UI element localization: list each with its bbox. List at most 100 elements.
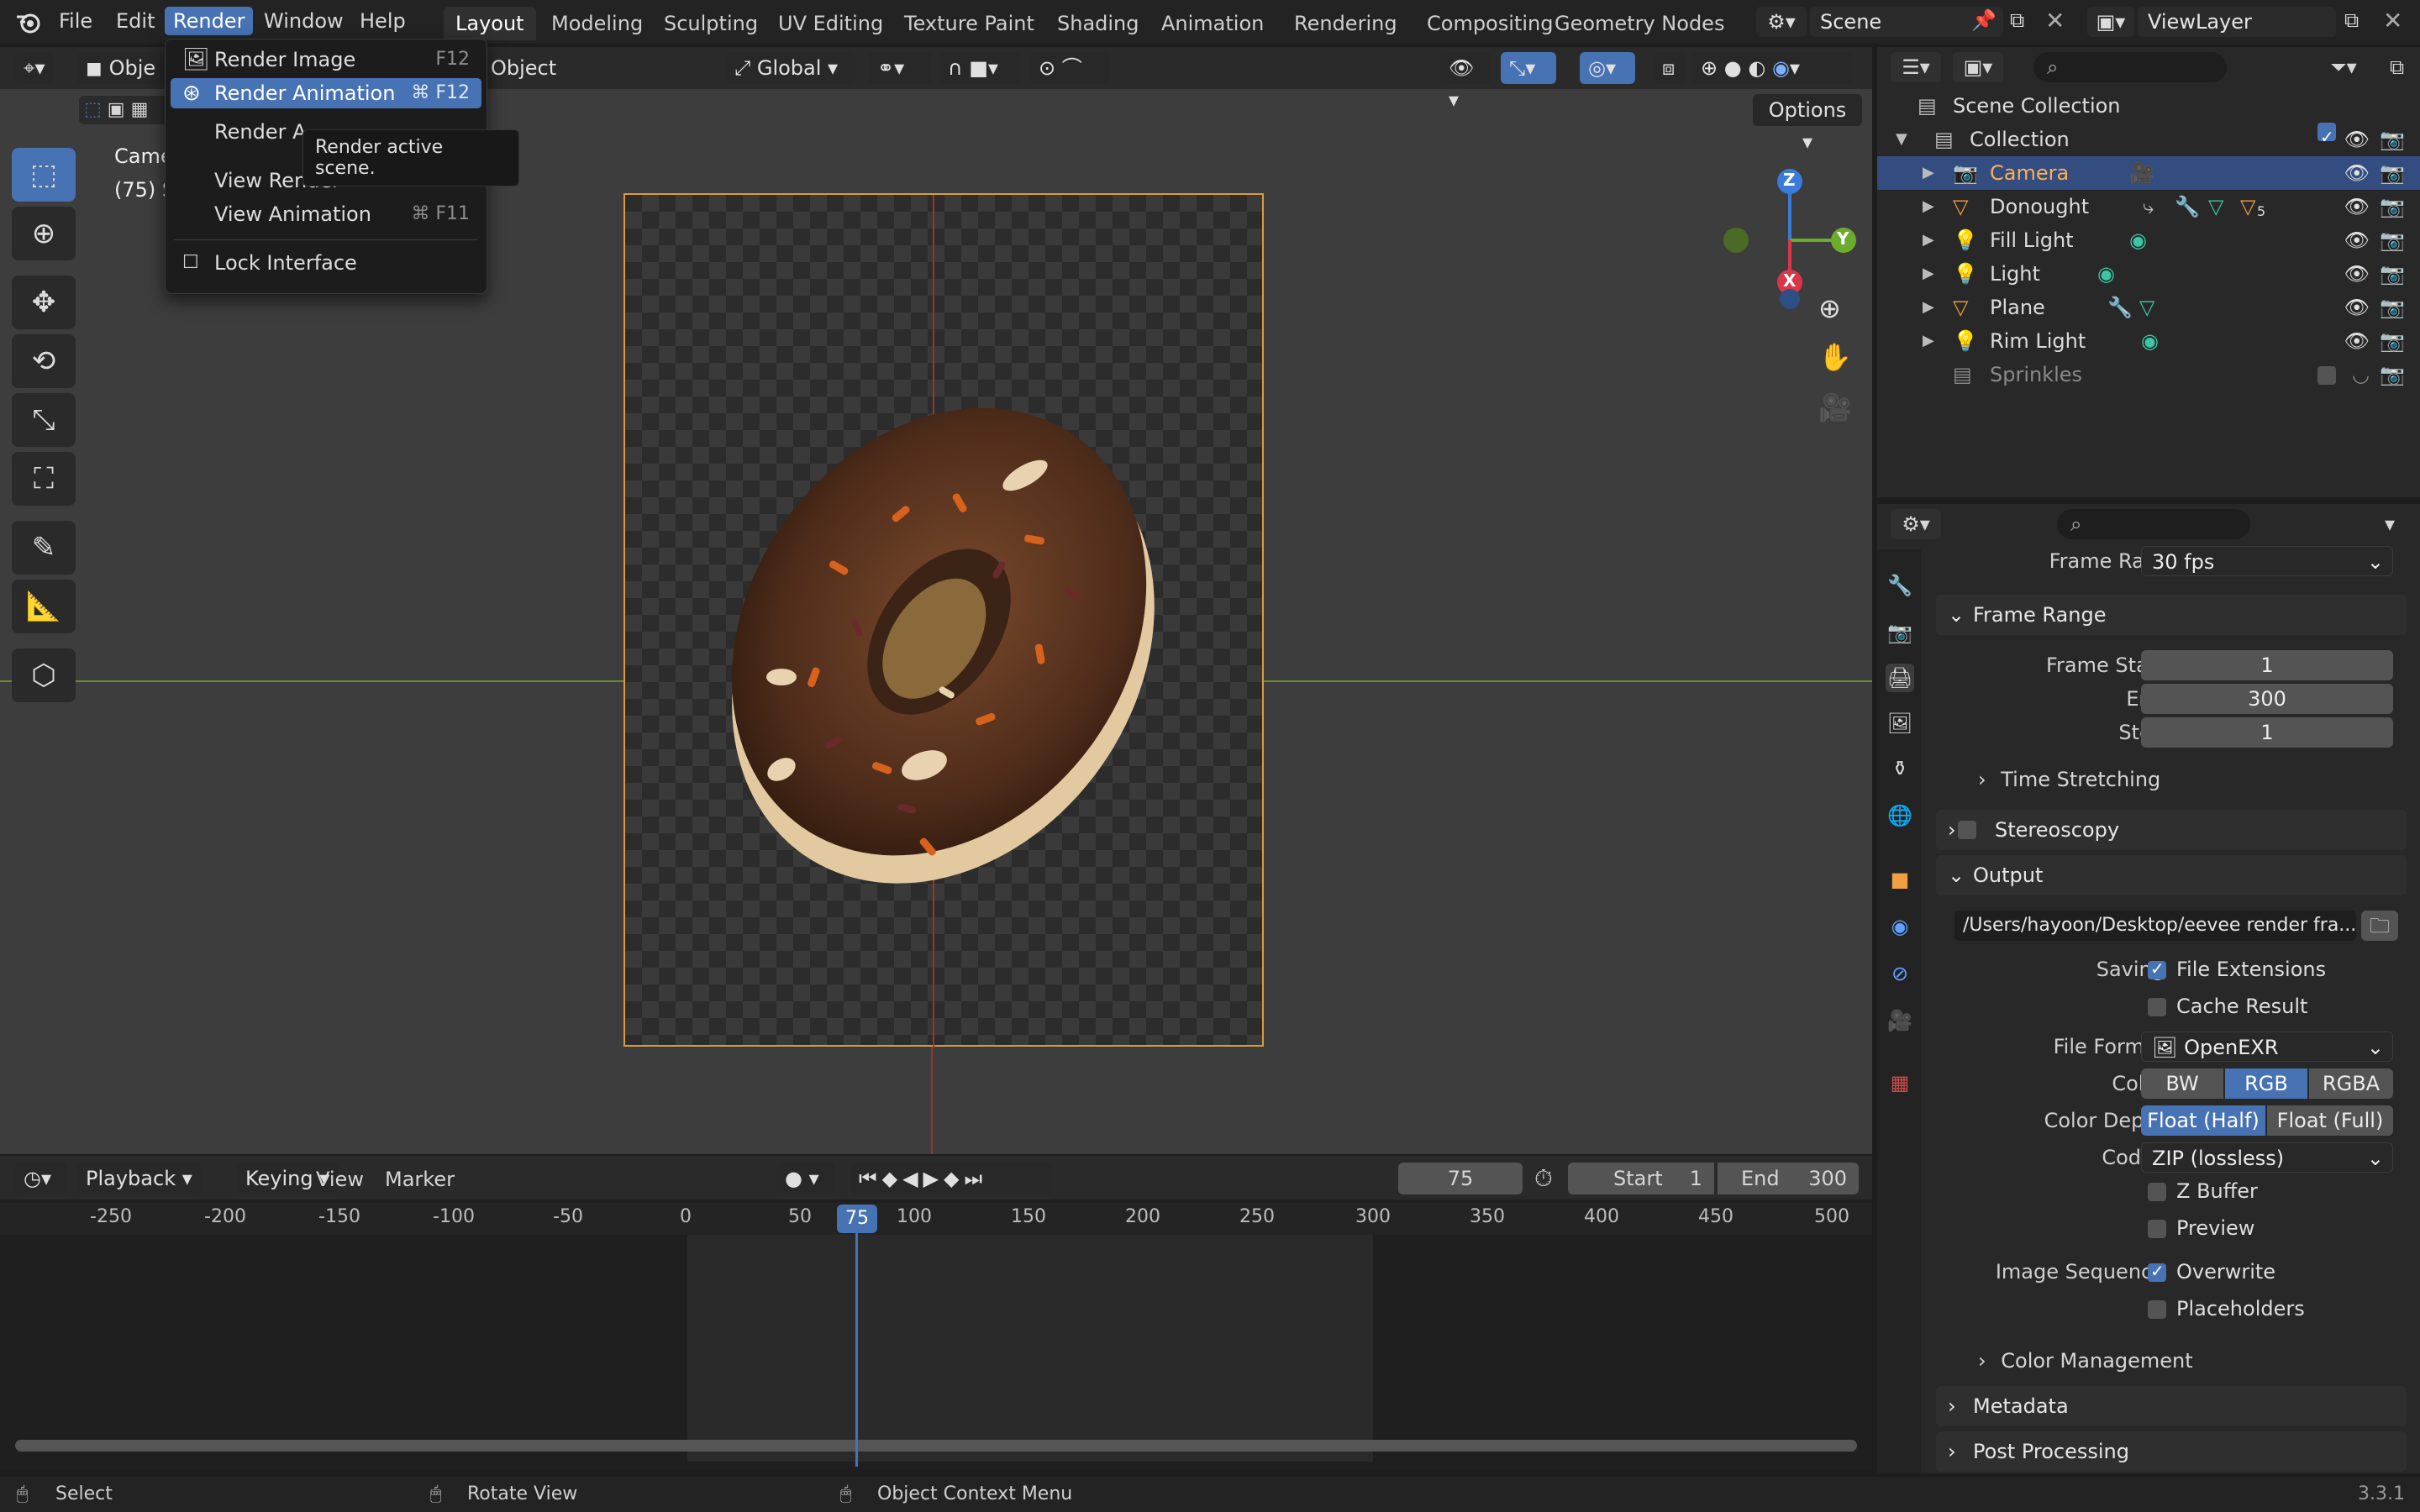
- menu-help[interactable]: Help: [351, 7, 414, 35]
- exclude-checkbox[interactable]: [2317, 120, 2336, 154]
- view-layer-tab-icon[interactable]: 🖼: [1886, 709, 1914, 738]
- playback-controls[interactable]: ⏮◆◀▶◆⏭: [850, 1163, 1052, 1194]
- proportional-edit-toggle[interactable]: ⊙ ⌒: [1030, 52, 1111, 84]
- render-camera-icon[interactable]: 📷: [2380, 358, 2405, 391]
- physics-tab-icon[interactable]: ◉: [1886, 912, 1914, 941]
- tab-rendering[interactable]: Rendering: [1282, 7, 1409, 40]
- tree-scene-collection[interactable]: ▤ Scene Collection: [1877, 89, 2420, 123]
- xray-toggle[interactable]: ⧈: [1654, 52, 1687, 84]
- frame-range-panel-header[interactable]: ⌄ Frame Range: [1936, 595, 2407, 635]
- delete-view-layer-icon[interactable]: ✕: [2383, 7, 2402, 34]
- outliner-editor-type-icon[interactable]: ☰▾: [1891, 52, 1941, 82]
- object-tab-icon[interactable]: ■: [1886, 865, 1914, 894]
- color-bw-option[interactable]: BW: [2141, 1068, 2223, 1099]
- file-extensions-checkbox[interactable]: [2148, 958, 2166, 979]
- timeline-track-area[interactable]: [0, 1235, 1872, 1462]
- tab-shading[interactable]: Shading: [1045, 7, 1151, 40]
- overlay-toggle[interactable]: ◎▾: [1580, 52, 1635, 84]
- pivot-point-dropdown[interactable]: ⚭▾: [869, 52, 931, 84]
- properties-search-input[interactable]: ⌕: [2057, 509, 2250, 539]
- camera-data-tab-icon[interactable]: 🎥: [1886, 1006, 1914, 1035]
- menu-lock-interface[interactable]: ☐ Lock Interface: [171, 248, 481, 278]
- tab-modeling[interactable]: Modeling: [539, 7, 655, 40]
- filter-icon[interactable]: ⏷▾: [2314, 52, 2373, 82]
- render-camera-icon[interactable]: 📷: [2380, 156, 2405, 190]
- new-view-layer-icon[interactable]: ⧉: [2344, 8, 2359, 32]
- rotate-tool[interactable]: ⟲: [12, 334, 76, 388]
- outliner-search-input[interactable]: ⌕: [2033, 52, 2227, 82]
- transform-tool[interactable]: ⛶: [12, 452, 76, 506]
- play-reverse-icon[interactable]: ◀: [902, 1167, 923, 1190]
- constraints-tab-icon[interactable]: ⊘: [1886, 959, 1914, 988]
- visibility-dropdown[interactable]: 👁▾: [1440, 52, 1491, 112]
- cache-result-checkbox[interactable]: [2148, 998, 2166, 1016]
- pin-icon[interactable]: 📌: [1971, 8, 1996, 32]
- prev-keyframe-icon[interactable]: ◆: [882, 1167, 902, 1190]
- snap-toggle[interactable]: ∩ ■▾: [939, 52, 1020, 84]
- donut-object[interactable]: [706, 366, 1176, 921]
- jump-end-icon[interactable]: ⏭: [964, 1167, 987, 1190]
- record-button[interactable]: ● ▾: [776, 1163, 835, 1194]
- output-tab-icon[interactable]: 🖨: [1886, 664, 1914, 692]
- expand-arrow-icon[interactable]: ▶: [1923, 156, 1934, 190]
- tab-layout[interactable]: Layout: [444, 7, 536, 40]
- frame-rate-dropdown[interactable]: 30 fps ⌄: [2141, 546, 2393, 576]
- pan-hand-icon[interactable]: ✋: [1818, 341, 1852, 373]
- render-camera-icon[interactable]: 📷: [2380, 190, 2405, 223]
- post-processing-panel-header[interactable]: › Post Processing: [1936, 1431, 2407, 1472]
- render-tab-icon[interactable]: 📷: [1886, 618, 1914, 647]
- blender-logo-icon[interactable]: [15, 8, 40, 34]
- jump-start-icon[interactable]: ⏮: [859, 1167, 882, 1190]
- interaction-mode-dropdown[interactable]: ◼ Obje: [77, 52, 166, 84]
- next-keyframe-icon[interactable]: ◆: [944, 1167, 964, 1190]
- tree-item-rim-light[interactable]: ▶ 💡 Rim Light ◉ 👁 📷: [1877, 324, 2420, 358]
- new-scene-icon[interactable]: ⧉: [2010, 8, 2024, 32]
- menu-render[interactable]: Render: [165, 7, 254, 35]
- playback-menu[interactable]: Playback ▾: [77, 1163, 201, 1194]
- tab-sculpting[interactable]: Sculpting: [652, 7, 770, 40]
- texture-tab-icon[interactable]: ▦: [1886, 1068, 1914, 1097]
- render-camera-icon[interactable]: 📷: [2380, 324, 2405, 358]
- menu-edit[interactable]: Edit: [108, 7, 163, 35]
- scale-tool[interactable]: ⤡: [12, 393, 76, 447]
- tab-texture-paint[interactable]: Texture Paint: [892, 7, 1046, 40]
- scene-tab-icon[interactable]: ⚱: [1886, 754, 1914, 783]
- eye-icon[interactable]: 👁: [2344, 257, 2370, 291]
- menu-view-animation[interactable]: View Animation ⌘ F11: [171, 199, 481, 229]
- tab-geometry-nodes[interactable]: Geometry Nodes: [1543, 7, 1736, 40]
- view-layer-icon[interactable]: ▣▾: [2087, 7, 2134, 37]
- hidden-eye-icon[interactable]: ◡: [2352, 358, 2370, 391]
- measure-tool[interactable]: 📐: [12, 580, 76, 633]
- tab-uv-editing[interactable]: UV Editing: [766, 7, 895, 40]
- tab-animation[interactable]: Animation: [1150, 7, 1276, 40]
- file-format-dropdown[interactable]: 🖼 OpenEXR ⌄: [2141, 1032, 2393, 1062]
- display-mode-icon[interactable]: ▣▾: [1953, 52, 2003, 82]
- z-buffer-checkbox[interactable]: [2148, 1183, 2166, 1201]
- scene-selector-icon[interactable]: ⚙▾: [1756, 7, 1807, 37]
- color-management-subpanel[interactable]: › Color Management: [1978, 1349, 2193, 1373]
- tree-item-sprinkles[interactable]: ▤ Sprinkles ◡ 📷: [1877, 358, 2420, 391]
- gizmo-toggle[interactable]: ⤡▾: [1501, 52, 1556, 84]
- properties-options-icon[interactable]: ▾: [2385, 509, 2410, 539]
- menu-render-image[interactable]: 🖼 Render Image F12: [171, 45, 481, 75]
- tree-item-camera[interactable]: ▶ 📷 Camera 🎥 👁 📷: [1877, 156, 2420, 190]
- time-stretching-subpanel[interactable]: › Time Stretching: [1978, 768, 2160, 791]
- tool-tab-icon[interactable]: 🔧: [1886, 571, 1914, 600]
- tree-item-fill-light[interactable]: ▶ 💡 Fill Light ◉ 👁 📷: [1877, 223, 2420, 257]
- render-camera-icon[interactable]: 📷: [2380, 223, 2405, 257]
- add-cube-tool[interactable]: ⬡: [12, 648, 76, 702]
- eye-icon[interactable]: 👁: [2344, 123, 2370, 156]
- select-box-tool[interactable]: ⬚: [12, 148, 76, 202]
- playhead-handle[interactable]: 75: [837, 1205, 877, 1233]
- expand-arrow-icon[interactable]: ▶: [1923, 223, 1934, 257]
- world-tab-icon[interactable]: 🌐: [1886, 801, 1914, 830]
- expand-arrow-icon[interactable]: ▶: [1923, 190, 1934, 223]
- marker-menu[interactable]: Marker: [385, 1168, 455, 1191]
- render-camera-icon[interactable]: 📷: [2380, 123, 2405, 156]
- eye-icon[interactable]: 👁: [2344, 324, 2370, 358]
- expand-arrow-icon[interactable]: ▼: [1896, 123, 1907, 156]
- exclude-checkbox[interactable]: [2317, 366, 2336, 385]
- zoom-icon[interactable]: ⊕: [1818, 292, 1841, 324]
- stopwatch-icon[interactable]: ⏱: [1534, 1164, 1553, 1193]
- camera-view-icon[interactable]: 🎥: [1818, 391, 1852, 423]
